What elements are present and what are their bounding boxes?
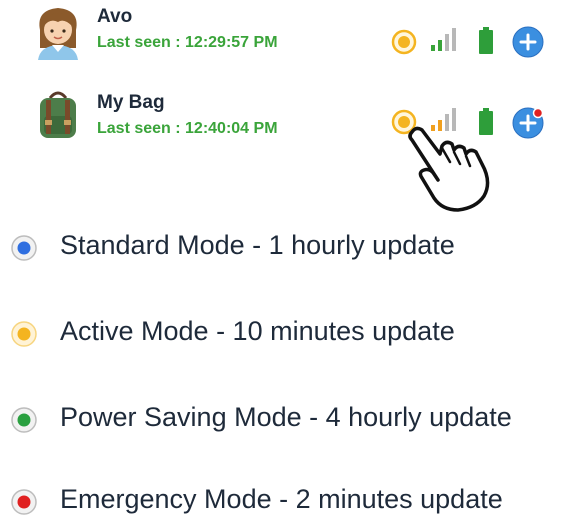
- active-mode-icon: [11, 321, 37, 347]
- power-saving-mode-icon: [11, 407, 37, 433]
- last-seen-text: Last seen : 12:40:04 PM: [97, 120, 278, 137]
- locate-pin-icon[interactable]: [511, 25, 545, 59]
- last-seen-text: Last seen : 12:29:57 PM: [97, 34, 278, 51]
- girl-avatar-icon: [38, 8, 78, 60]
- signal-icon: [431, 28, 456, 51]
- device-name: My Bag: [97, 92, 165, 113]
- battery-icon: [479, 27, 493, 54]
- legend-standard-mode: Standard Mode - 1 hourly update: [8, 226, 576, 266]
- legend-label: Standard Mode - 1 hourly update: [60, 230, 455, 260]
- legend-active-mode: Active Mode - 10 minutes update: [8, 312, 576, 352]
- legend-emergency-mode: Emergency Mode - 2 minutes update: [8, 480, 576, 520]
- notification-dot-icon: [532, 107, 544, 119]
- legend-label: Emergency Mode - 2 minutes update: [60, 484, 503, 514]
- mode-indicator-icon[interactable]: [391, 29, 417, 55]
- backpack-avatar-icon: [40, 91, 76, 138]
- pointing-hand-icon: [408, 126, 490, 212]
- device-name: Avo: [97, 6, 133, 27]
- legend-power-saving-mode: Power Saving Mode - 4 hourly update: [8, 398, 576, 438]
- legend-label: Power Saving Mode - 4 hourly update: [60, 402, 512, 432]
- legend-label: Active Mode - 10 minutes update: [60, 316, 455, 346]
- device-row-avo[interactable]: Avo Last seen : 12:29:57 PM: [0, 0, 576, 60]
- emergency-mode-icon: [11, 489, 37, 515]
- standard-mode-icon: [11, 235, 37, 261]
- locate-pin-icon[interactable]: [511, 106, 545, 140]
